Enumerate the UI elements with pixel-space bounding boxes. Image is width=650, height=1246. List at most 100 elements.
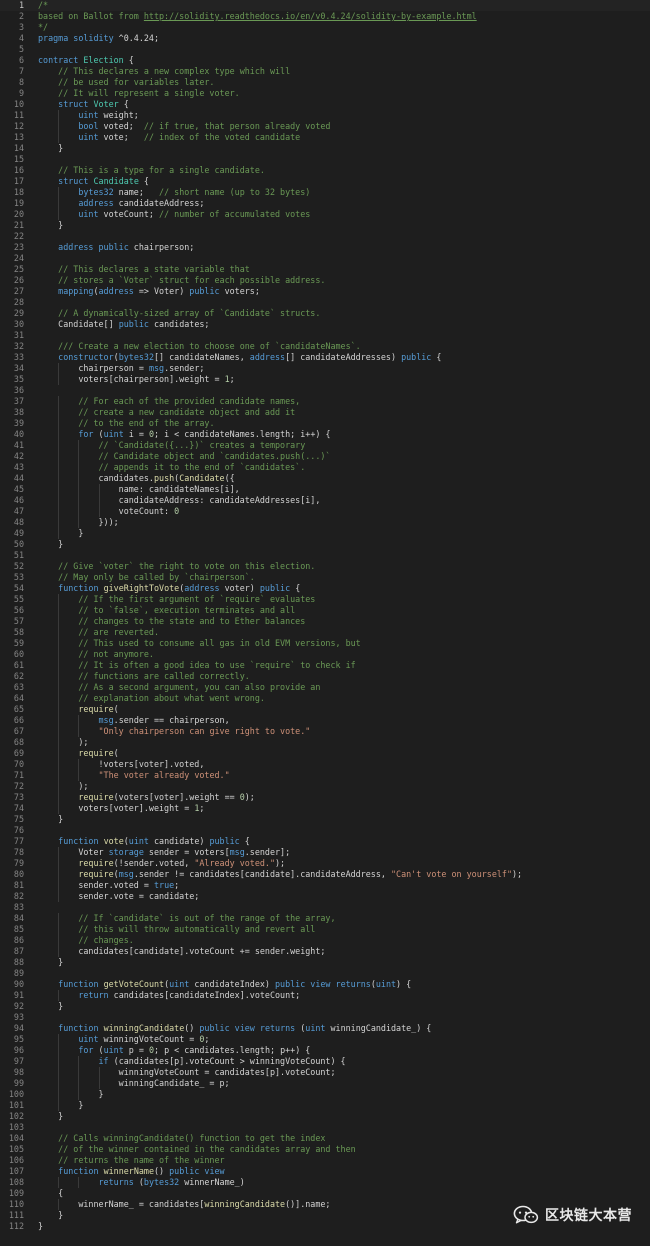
code-line[interactable]: 10 struct Voter { xyxy=(0,99,650,110)
code-line[interactable]: 50 } xyxy=(0,539,650,550)
code-line[interactable]: 51 xyxy=(0,550,650,561)
code-line[interactable]: 102 } xyxy=(0,1111,650,1122)
code-line[interactable]: 82 sender.vote = candidate; xyxy=(0,891,650,902)
code-line[interactable]: 65 require( xyxy=(0,704,650,715)
code-line[interactable]: 57 // changes to the state and to Ether … xyxy=(0,616,650,627)
code-line[interactable]: 27 mapping(address => Voter) public vote… xyxy=(0,286,650,297)
code-line[interactable]: 48 })); xyxy=(0,517,650,528)
code-line[interactable]: 99 winningCandidate_ = p; xyxy=(0,1078,650,1089)
code-line[interactable]: 1 /* xyxy=(0,0,650,11)
code-line[interactable]: 6 contract Election { xyxy=(0,55,650,66)
code-line[interactable]: 26 // stores a `Voter` struct for each p… xyxy=(0,275,650,286)
code-line[interactable]: 33 constructor(bytes32[] candidateNames,… xyxy=(0,352,650,363)
code-line[interactable]: 20 uint voteCount; // number of accumula… xyxy=(0,209,650,220)
code-line[interactable]: 68 ); xyxy=(0,737,650,748)
code-line[interactable]: 24 xyxy=(0,253,650,264)
code-line[interactable]: 11 uint weight; xyxy=(0,110,650,121)
code-line[interactable]: 32 /// Create a new election to choose o… xyxy=(0,341,650,352)
code-line[interactable]: 14 } xyxy=(0,143,650,154)
code-line[interactable]: 109 { xyxy=(0,1188,650,1199)
code-line[interactable]: 92 } xyxy=(0,1001,650,1012)
code-line[interactable]: 86 // changes. xyxy=(0,935,650,946)
code-line[interactable]: 30 Candidate[] public candidates; xyxy=(0,319,650,330)
code-line[interactable]: 37 // For each of the provided candidate… xyxy=(0,396,650,407)
code-line[interactable]: 81 sender.voted = true; xyxy=(0,880,650,891)
code-line[interactable]: 47 voteCount: 0 xyxy=(0,506,650,517)
code-editor[interactable]: 1 /* 2 based on Ballot from http://solidity… xyxy=(0,0,650,1246)
code-line[interactable]: 52 // Give `voter` the right to vote on … xyxy=(0,561,650,572)
code-line[interactable]: 3 */ xyxy=(0,22,650,33)
code-line[interactable]: 90 function getVoteCount(uint candidateI… xyxy=(0,979,650,990)
code-line[interactable]: 58 // are reverted. xyxy=(0,627,650,638)
code-line[interactable]: 21 } xyxy=(0,220,650,231)
code-line[interactable]: 94 function winningCandidate() public vi… xyxy=(0,1023,650,1034)
code-line[interactable]: 105 // of the winner contained in the ca… xyxy=(0,1144,650,1155)
code-line[interactable]: 46 candidateAddress: candidateAddresses[… xyxy=(0,495,650,506)
code-line[interactable]: 69 require( xyxy=(0,748,650,759)
code-line[interactable]: 15 xyxy=(0,154,650,165)
code-line[interactable]: 75 } xyxy=(0,814,650,825)
code-line[interactable]: 59 // This used to consume all gas in ol… xyxy=(0,638,650,649)
code-line[interactable]: 44 candidates.push(Candidate({ xyxy=(0,473,650,484)
code-line[interactable]: 49 } xyxy=(0,528,650,539)
code-line[interactable]: 54 function giveRightToVote(address vote… xyxy=(0,583,650,594)
code-line[interactable]: 103 xyxy=(0,1122,650,1133)
code-line[interactable]: 66 msg.sender == chairperson, xyxy=(0,715,650,726)
code-line[interactable]: 88 } xyxy=(0,957,650,968)
code-line[interactable]: 74 voters[voter].weight = 1; xyxy=(0,803,650,814)
code-line[interactable]: 71 "The voter already voted." xyxy=(0,770,650,781)
code-line[interactable]: 89 xyxy=(0,968,650,979)
code-line[interactable]: 72 ); xyxy=(0,781,650,792)
code-line[interactable]: 104 // Calls winningCandidate() function… xyxy=(0,1133,650,1144)
code-line[interactable]: 84 // If `candidate` is out of the range… xyxy=(0,913,650,924)
code-line[interactable]: 106 // returns the name of the winner xyxy=(0,1155,650,1166)
code-line[interactable]: 107 function winnerName() public view xyxy=(0,1166,650,1177)
code-line[interactable]: 85 // this will throw automatically and … xyxy=(0,924,650,935)
code-line[interactable]: 80 require(msg.sender != candidates[cand… xyxy=(0,869,650,880)
code-line[interactable]: 41 // `Candidate({...})` creates a tempo… xyxy=(0,440,650,451)
code-line[interactable]: 97 if (candidates[p].voteCount > winning… xyxy=(0,1056,650,1067)
code-line[interactable]: 18 bytes32 name; // short name (up to 32… xyxy=(0,187,650,198)
code-line[interactable]: 83 xyxy=(0,902,650,913)
code-line[interactable]: 8 // be used for variables later. xyxy=(0,77,650,88)
code-line[interactable]: 34 chairperson = msg.sender; xyxy=(0,363,650,374)
code-line[interactable]: 31 xyxy=(0,330,650,341)
code-line[interactable]: 60 // not anymore. xyxy=(0,649,650,660)
code-line[interactable]: 91 return candidates[candidateIndex].vot… xyxy=(0,990,650,1001)
code-line[interactable]: 63 // As a second argument, you can also… xyxy=(0,682,650,693)
code-line[interactable]: 22 xyxy=(0,231,650,242)
code-line[interactable]: 42 // Candidate object and `candidates.p… xyxy=(0,451,650,462)
code-line[interactable]: 95 uint winningVoteCount = 0; xyxy=(0,1034,650,1045)
code-line[interactable]: 73 require(voters[voter].weight == 0); xyxy=(0,792,650,803)
code-line[interactable]: 62 // functions are called correctly. xyxy=(0,671,650,682)
code-line[interactable]: 5 xyxy=(0,44,650,55)
code-line[interactable]: 96 for (uint p = 0; p < candidates.lengt… xyxy=(0,1045,650,1056)
code-line[interactable]: 7 // This declares a new complex type wh… xyxy=(0,66,650,77)
code-line[interactable]: 77 function vote(uint candidate) public … xyxy=(0,836,650,847)
code-line[interactable]: 70 !voters[voter].voted, xyxy=(0,759,650,770)
code-line[interactable]: 87 candidates[candidate].voteCount += se… xyxy=(0,946,650,957)
code-line[interactable]: 4 pragma solidity ^0.4.24; xyxy=(0,33,650,44)
code-line[interactable]: 16 // This is a type for a single candid… xyxy=(0,165,650,176)
code-line[interactable]: 45 name: candidateNames[i], xyxy=(0,484,650,495)
code-line[interactable]: 12 bool voted; // if true, that person a… xyxy=(0,121,650,132)
code-line[interactable]: 55 // If the first argument of `require`… xyxy=(0,594,650,605)
code-line[interactable]: 64 // explanation about what went wrong. xyxy=(0,693,650,704)
code-line[interactable]: 40 for (uint i = 0; i < candidateNames.l… xyxy=(0,429,650,440)
code-line[interactable]: 76 xyxy=(0,825,650,836)
code-line[interactable]: 23 address public chairperson; xyxy=(0,242,650,253)
code-line[interactable]: 2 based on Ballot from http://solidity.re… xyxy=(0,11,650,22)
code-line[interactable]: 53 // May only be called by `chairperson… xyxy=(0,572,650,583)
code-line[interactable]: 67 "Only chairperson can give right to v… xyxy=(0,726,650,737)
code-line[interactable]: 108 returns (bytes32 winnerName_) xyxy=(0,1177,650,1188)
code-line[interactable]: 28 xyxy=(0,297,650,308)
code-line[interactable]: 13 uint vote; // index of the voted cand… xyxy=(0,132,650,143)
code-line[interactable]: 25 // This declares a state variable tha… xyxy=(0,264,650,275)
code-line[interactable]: 43 // appends it to the end of `candidat… xyxy=(0,462,650,473)
code-line[interactable]: 29 // A dynamically-sized array of `Cand… xyxy=(0,308,650,319)
code-line[interactable]: 17 struct Candidate { xyxy=(0,176,650,187)
code-line[interactable]: 19 address candidateAddress; xyxy=(0,198,650,209)
code-line[interactable]: 35 voters[chairperson].weight = 1; xyxy=(0,374,650,385)
code-line[interactable]: 39 // to the end of the array. xyxy=(0,418,650,429)
code-line[interactable]: 101 } xyxy=(0,1100,650,1111)
